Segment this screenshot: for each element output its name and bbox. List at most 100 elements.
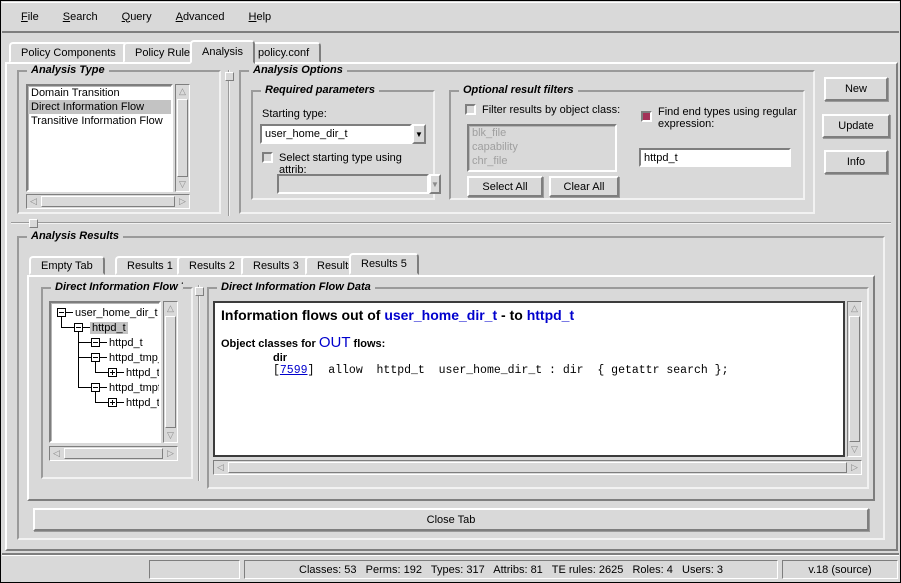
starting-type-combobox[interactable]: ▼ — [260, 124, 426, 144]
tree-node-label[interactable]: httpd_t — [124, 367, 161, 379]
scrollbar-thumb[interactable] — [849, 316, 860, 442]
tree-node[interactable]: httpd_t — [108, 395, 161, 410]
status-panel-empty — [149, 560, 240, 579]
result-tab-5-active[interactable]: Results 5 — [349, 253, 419, 275]
regex-input[interactable] — [639, 148, 791, 167]
data-hscrollbar[interactable]: ◁ ▷ — [213, 460, 862, 475]
tree-node[interactable]: httpd_tmp_t — [91, 350, 161, 365]
close-tab-button[interactable]: Close Tab — [33, 508, 869, 531]
tree-node-label[interactable]: httpd_tmp_t — [107, 352, 161, 364]
combo-dropdown-icon[interactable]: ▼ — [412, 124, 426, 144]
menu-query[interactable]: Query — [113, 8, 161, 26]
pane-sash-handle[interactable] — [225, 72, 234, 81]
scroll-down-icon[interactable]: ▽ — [176, 178, 189, 191]
tree-node[interactable]: httpd_t — [74, 320, 128, 335]
tree-hscrollbar[interactable]: ◁ ▷ — [49, 446, 178, 461]
tree-line — [100, 357, 107, 358]
scrollbar-thumb[interactable] — [41, 196, 175, 207]
scroll-up-icon[interactable]: △ — [164, 302, 177, 315]
tree-node-label[interactable]: httpd_tmpfs_ — [107, 382, 161, 394]
new-button[interactable]: New — [824, 77, 888, 101]
flow-data-title: Direct Information Flow Data — [217, 281, 375, 293]
starting-type-value[interactable] — [260, 124, 412, 144]
result-tab-1[interactable]: Results 1 — [115, 256, 185, 275]
scroll-up-icon[interactable]: △ — [848, 302, 861, 315]
menu-advanced[interactable]: Advanced — [167, 8, 234, 26]
analysis-type-item[interactable]: Domain Transition — [28, 86, 171, 100]
expand-icon[interactable] — [108, 368, 117, 377]
scroll-right-icon[interactable]: ▷ — [848, 461, 861, 474]
collapse-icon[interactable] — [91, 353, 100, 362]
tree-node-label[interactable]: httpd_t — [107, 337, 145, 349]
results-sash-vertical[interactable] — [198, 285, 200, 481]
tree-node-label[interactable]: user_home_dir_t — [73, 307, 160, 319]
results-sash-handle[interactable] — [195, 287, 204, 296]
scroll-left-icon[interactable]: ◁ — [50, 447, 63, 460]
update-button[interactable]: Update — [822, 114, 890, 138]
scrollbar-thumb[interactable] — [64, 448, 163, 459]
filter-by-class-row[interactable]: Filter results by object class: — [465, 104, 620, 116]
flow-data-frame: Direct Information Flow Data Information… — [207, 287, 869, 489]
tree-node-label[interactable]: httpd_t — [124, 397, 161, 409]
select-all-button[interactable]: Select All — [467, 176, 543, 197]
flow-tree[interactable]: user_home_dir_t httpd_t httpd_t htt — [49, 301, 161, 443]
tab-analysis[interactable]: Analysis — [190, 40, 255, 64]
result-tab-empty[interactable]: Empty Tab — [29, 256, 105, 275]
scroll-left-icon[interactable]: ◁ — [214, 461, 227, 474]
menu-search[interactable]: Search — [54, 8, 107, 26]
regex-checkbox-row[interactable]: Find end types using regular expression: — [641, 106, 797, 130]
analysis-page: Analysis Type Domain Transition Direct I… — [5, 62, 898, 551]
scrollbar-thumb[interactable] — [165, 316, 176, 428]
tab-policy-conf[interactable]: policy.conf — [246, 42, 321, 63]
collapse-icon[interactable] — [91, 338, 100, 347]
tree-connector — [78, 387, 91, 388]
tab-policy-components[interactable]: Policy Components — [9, 42, 128, 63]
data-vscrollbar[interactable]: △ ▽ — [847, 301, 862, 457]
analysis-type-vscrollbar[interactable]: △ ▽ — [175, 84, 190, 192]
filter-by-class-label: Filter results by object class: — [482, 104, 620, 116]
scroll-up-icon[interactable]: △ — [176, 85, 189, 98]
collapse-icon[interactable] — [57, 308, 66, 317]
attrib-checkbox[interactable] — [262, 152, 273, 163]
scroll-right-icon[interactable]: ▷ — [164, 447, 177, 460]
tree-node[interactable]: httpd_t — [108, 365, 161, 380]
menu-file[interactable]: File — [12, 8, 48, 26]
tree-connector — [78, 332, 79, 387]
flow-data-textarea[interactable]: Information flows out of user_home_dir_t… — [213, 301, 845, 457]
attrib-checkbox-row[interactable]: Select starting type using attrib: — [262, 152, 430, 176]
tree-vscrollbar[interactable]: △ ▽ — [163, 301, 178, 443]
pane-sash-vertical[interactable] — [228, 70, 230, 216]
pane-sash-handle-h[interactable] — [29, 219, 38, 228]
tree-node[interactable]: user_home_dir_t — [57, 305, 160, 320]
info-button[interactable]: Info — [824, 150, 888, 174]
collapse-icon[interactable] — [74, 323, 83, 332]
analysis-type-item-selected[interactable]: Direct Information Flow — [28, 100, 171, 114]
scrollbar-thumb[interactable] — [228, 462, 847, 473]
result-tab-3[interactable]: Results 3 — [241, 256, 311, 275]
menu-help[interactable]: Help — [240, 8, 281, 26]
collapse-icon[interactable] — [91, 383, 100, 392]
object-class-listbox-disabled: blk_file capability chr_file — [467, 124, 617, 172]
expand-icon[interactable] — [108, 398, 117, 407]
clear-all-button[interactable]: Clear All — [549, 176, 619, 197]
rule-id-link[interactable]: 7599 — [280, 364, 308, 377]
scroll-down-icon[interactable]: ▽ — [848, 443, 861, 456]
scroll-down-icon[interactable]: ▽ — [164, 429, 177, 442]
scrollbar-thumb[interactable] — [177, 99, 188, 177]
tree-node[interactable]: httpd_t — [91, 335, 145, 350]
regex-checkbox-checked[interactable] — [641, 111, 652, 122]
tree-line — [100, 387, 107, 388]
scroll-left-icon[interactable]: ◁ — [27, 195, 40, 208]
analysis-type-hscrollbar[interactable]: ◁ ▷ — [26, 194, 190, 209]
pane-sash-horizontal[interactable] — [11, 222, 891, 224]
result-tab-2[interactable]: Results 2 — [177, 256, 247, 275]
analysis-type-listbox[interactable]: Domain Transition Direct Information Flo… — [26, 84, 173, 192]
tree-node[interactable]: httpd_tmpfs_ — [91, 380, 161, 395]
menu-bar: File Search Query Advanced Help — [2, 2, 899, 33]
filter-by-class-checkbox[interactable] — [465, 104, 476, 115]
flow-heading: Information flows out of user_home_dir_t… — [221, 307, 837, 323]
analysis-type-item[interactable]: Transitive Information Flow — [28, 114, 171, 128]
scroll-right-icon[interactable]: ▷ — [176, 195, 189, 208]
tree-node-label-selected[interactable]: httpd_t — [90, 322, 128, 334]
status-bar: Classes: 53 Perms: 192 Types: 317 Attrib… — [2, 553, 899, 580]
